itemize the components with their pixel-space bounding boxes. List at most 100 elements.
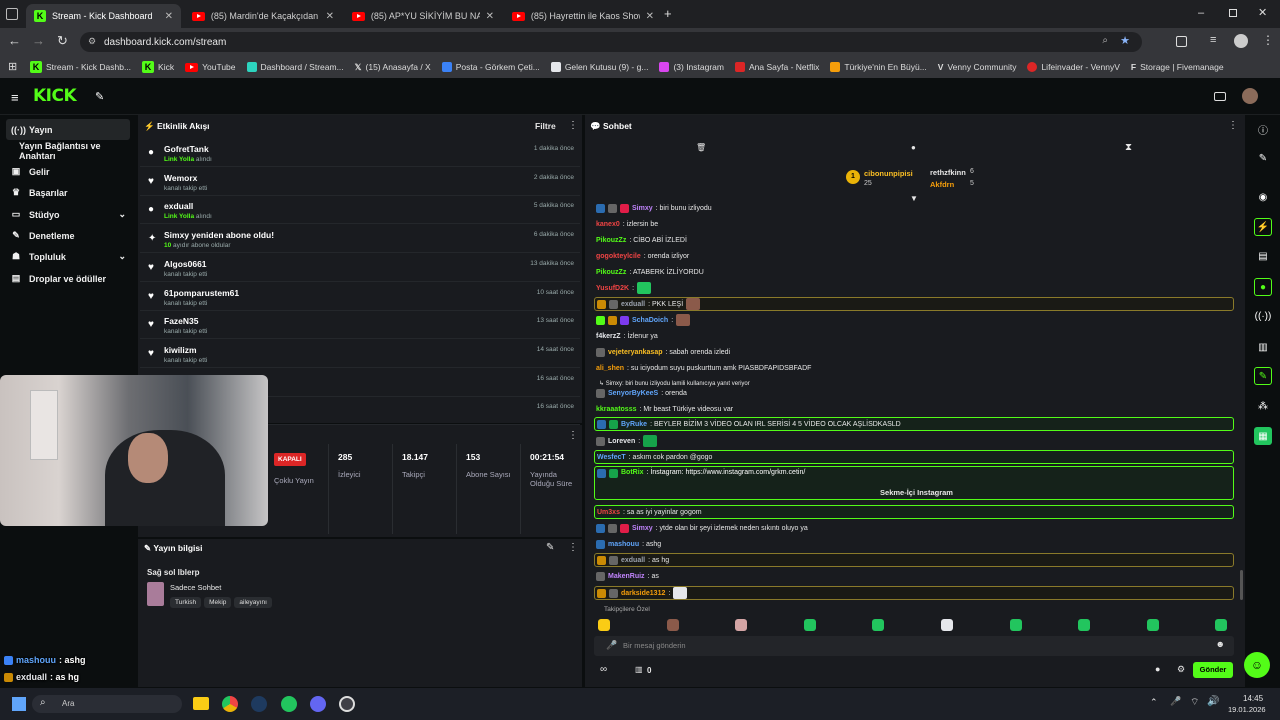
mic-icon[interactable]: 🎤 xyxy=(606,640,617,651)
reload-icon[interactable]: ↻ xyxy=(57,33,68,49)
emote-picker-icon[interactable] xyxy=(1146,619,1159,631)
sidebar-item-yayin[interactable]: ((·)) Yayın xyxy=(6,119,130,140)
bookmark-item[interactable]: Gelen Kutusu (9) - g... xyxy=(550,62,648,72)
tab-stream-dashboard[interactable]: K Stream - Kick Dashboard ✕ xyxy=(26,4,181,28)
mic-tray-icon[interactable]: 🎤 xyxy=(1170,696,1181,707)
chat-username[interactable]: WesfecT xyxy=(597,454,626,461)
tab-close-icon[interactable]: ✕ xyxy=(486,11,494,22)
settings-gear-icon[interactable]: ⚙ xyxy=(1177,664,1185,675)
kick-logo[interactable]: KICK xyxy=(33,86,77,106)
hamburger-menu-icon[interactable]: ≡ xyxy=(11,90,19,105)
stats-more-icon[interactable]: ⋮ xyxy=(568,430,578,441)
bookmark-item[interactable]: V Venny Community xyxy=(938,62,1017,72)
bookmark-item[interactable]: Lifeinvader - VennyV xyxy=(1027,62,1120,72)
emote-picker-icon[interactable] xyxy=(1009,619,1022,631)
studio-icon[interactable] xyxy=(1214,92,1226,101)
send-button[interactable]: Gönder xyxy=(1193,662,1233,678)
chat-username[interactable]: mashouu xyxy=(608,541,639,548)
wifi-icon[interactable]: ⌔ xyxy=(1190,696,1199,709)
bookmark-item[interactable]: K Kick xyxy=(142,61,174,73)
app-icon[interactable]: ▦ xyxy=(1254,427,1272,445)
steam-icon[interactable] xyxy=(251,696,267,712)
chat-bubble-icon[interactable]: ● xyxy=(911,143,916,152)
activity-item[interactable]: ♥ kiwilizm kanalı takip etti 14 saat önce xyxy=(140,340,580,368)
bookmark-item[interactable]: (3) Instagram xyxy=(659,62,724,72)
tab-close-icon[interactable]: ✕ xyxy=(326,11,334,22)
stream-info-more-icon[interactable]: ⋮ xyxy=(568,542,578,553)
emote-picker-icon[interactable] xyxy=(941,619,953,631)
sidebar-item-stream-key[interactable]: Yayın Bağlantısı ve Anahtarı xyxy=(6,140,130,161)
infinity-icon[interactable]: ∞ xyxy=(600,664,607,675)
chat-username[interactable]: exduall xyxy=(621,557,645,564)
site-info-icon[interactable]: ⚙ xyxy=(88,36,96,47)
chat-username[interactable]: MakenRuiz xyxy=(608,573,645,580)
camera-icon[interactable]: ◉ xyxy=(1254,188,1272,206)
chat-username[interactable]: gogokteylcile xyxy=(596,253,641,260)
zoom-icon[interactable]: ⌕ xyxy=(1102,35,1108,46)
bookmark-item[interactable]: Dashboard / Stream... xyxy=(246,62,344,72)
chat-username[interactable]: f4kerzZ xyxy=(596,333,621,340)
new-tab-icon[interactable]: + xyxy=(664,6,672,21)
chat-username[interactable]: Loreven xyxy=(608,438,635,445)
wrench-icon[interactable]: ✎ xyxy=(1254,367,1272,385)
chat-username[interactable]: ali_shen xyxy=(596,365,624,372)
chat-more-icon[interactable]: ⋮ xyxy=(1228,120,1238,131)
edit-icon[interactable]: ✎ xyxy=(546,542,554,553)
instagram-link-button[interactable]: Sekme-İçi Instagram xyxy=(594,485,1234,499)
bookmark-item[interactable]: K Stream - Kick Dashb... xyxy=(30,61,131,73)
tab-close-icon[interactable]: ✕ xyxy=(646,11,654,22)
activity-item[interactable]: ✦ Simxy yeniden abone oldu! 10 ayıdır abon… xyxy=(140,225,580,254)
emote-picker-icon[interactable] xyxy=(803,619,816,631)
file-explorer-icon[interactable] xyxy=(193,697,209,710)
chat-username[interactable]: darkside1312 xyxy=(621,590,665,597)
trash-icon[interactable]: 🗑 xyxy=(696,143,706,152)
chat-username[interactable]: SchaDoich xyxy=(632,317,668,324)
chat-username[interactable]: PikouzZz xyxy=(596,269,626,276)
back-icon[interactable]: ← xyxy=(8,33,21,48)
bookmark-item[interactable]: Ana Sayfa - Netflix xyxy=(734,62,819,72)
clipboard-icon[interactable]: ▤ xyxy=(1254,247,1272,265)
spotify-icon[interactable] xyxy=(281,696,297,712)
pen-icon[interactable]: ✎ xyxy=(1254,149,1272,167)
address-bar[interactable]: ⚙ dashboard.kick.com/stream ⌕ ★ xyxy=(80,32,1142,52)
activity-item[interactable]: ♥ 61pomparustem61 kanalı takip etti 10 saat… xyxy=(140,283,580,311)
flash-icon[interactable]: ⚡ xyxy=(1254,218,1272,236)
close-window-icon[interactable]: ✕ xyxy=(1258,6,1267,19)
bookmark-item[interactable]: Posta - Görkem Çeti... xyxy=(441,62,540,72)
pin-icon[interactable]: ✎ xyxy=(95,90,104,103)
chrome-icon[interactable] xyxy=(222,696,238,712)
activity-item[interactable]: ● exduall Link Yolla alındı 5 dakika önce xyxy=(140,196,580,225)
info-icon[interactable]: ⓘ xyxy=(1254,120,1272,138)
windows-start-icon[interactable] xyxy=(12,697,26,711)
chat-username[interactable]: kanex0 xyxy=(596,221,620,228)
bookmark-item[interactable]: F Storage | Fivemanage xyxy=(1131,62,1224,72)
layers-icon[interactable]: ▥ xyxy=(1254,338,1272,356)
tray-chevron-icon[interactable]: ⌃ xyxy=(1150,697,1158,708)
sidebar-item-droplar[interactable]: ▤ Droplar ve ödüller xyxy=(6,268,130,289)
sidebar-item-topluluk[interactable]: ☗ Topluluk ⌄ xyxy=(6,246,130,267)
tab-close-icon[interactable]: ✕ xyxy=(165,11,173,22)
emote-picker-icon[interactable] xyxy=(1078,619,1091,631)
forward-icon[interactable]: → xyxy=(32,33,45,48)
apps-grid-icon[interactable]: ⊞ xyxy=(8,60,17,73)
taskbar-search[interactable]: ⌕ Ara xyxy=(32,695,182,713)
chat-input[interactable]: 🎤 Bir mesaj gönderin ☻ xyxy=(594,636,1234,656)
chat-username[interactable]: ByRuke xyxy=(621,421,647,428)
sidebar-item-gelir[interactable]: ▣ Gelir xyxy=(6,161,130,182)
broadcast-icon[interactable]: ((·)) xyxy=(1254,307,1272,325)
activity-item[interactable]: ● GofretTank Link Yolla alındı 1 dakika önc… xyxy=(140,139,580,167)
more-menu-icon[interactable]: ⋮ xyxy=(1262,33,1274,47)
chat-username[interactable]: Simxy xyxy=(632,205,653,212)
chat-username[interactable]: BotRix xyxy=(621,469,644,476)
tab-youtube-1[interactable]: (85) Mardin'de Kaçakçıdan 3 D ✕ xyxy=(184,4,342,28)
emote-picker-icon[interactable] xyxy=(735,619,748,631)
clock-date[interactable]: 19.01.2026 xyxy=(1228,705,1266,714)
chat-username[interactable]: Simxy xyxy=(632,525,653,532)
activity-item[interactable]: ♥ FazeN35 kanalı takip etti 13 saat önce xyxy=(140,311,580,340)
chat-username[interactable]: exduall xyxy=(621,301,645,308)
obs-icon[interactable] xyxy=(339,696,355,712)
sidebar-item-denetleme[interactable]: ✎ Denetleme xyxy=(6,225,130,246)
gift-icon[interactable]: ▥ xyxy=(635,665,643,674)
hourglass-icon[interactable]: ⧗ xyxy=(1125,142,1132,153)
help-chat-button[interactable]: ☺ xyxy=(1244,652,1270,678)
